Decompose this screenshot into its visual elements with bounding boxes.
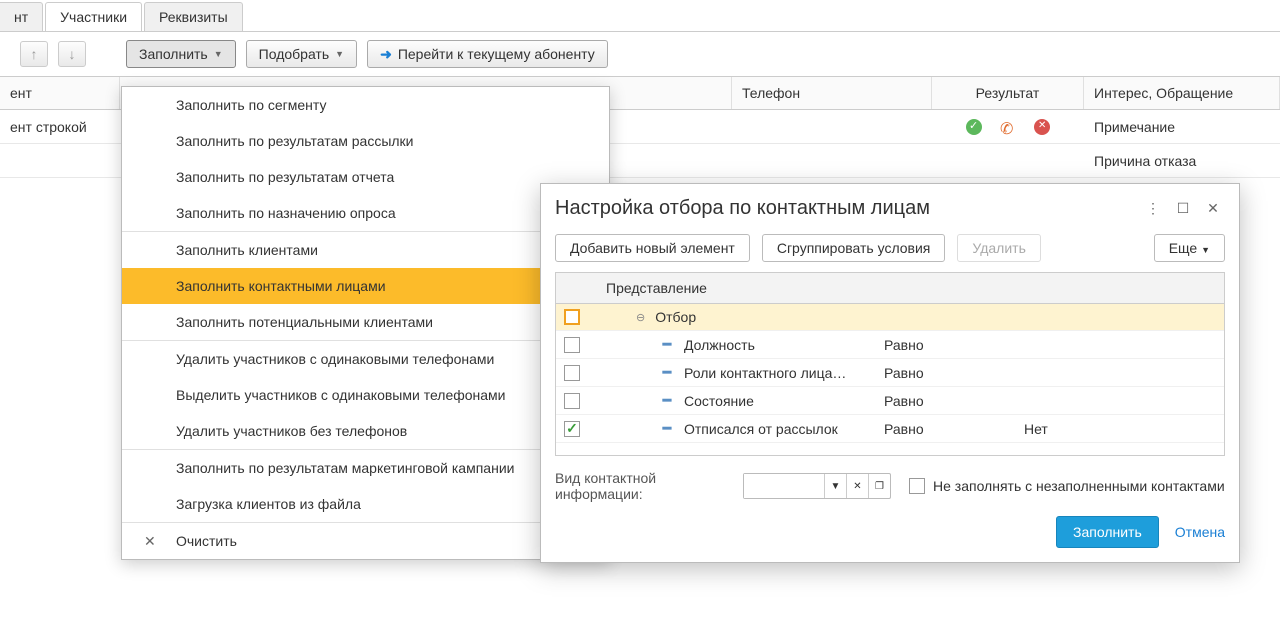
filter-row[interactable]: ━ Должность Равно [556,331,1224,359]
reason-cell: Причина отказа [1084,147,1280,175]
col-result: Результат [932,77,1084,109]
col-left: ент [0,77,120,109]
dash-icon: ━ [660,420,674,437]
select-button[interactable]: Подобрать ▼ [246,40,357,68]
tab-partial-label: нт [14,9,28,25]
close-icon[interactable]: ✕ [1201,196,1225,220]
contact-type-input[interactable] [744,474,824,498]
error-icon[interactable] [1034,119,1050,135]
chevron-down-icon: ▼ [214,49,223,59]
checkbox[interactable] [564,393,580,409]
checkbox[interactable] [564,365,580,381]
filter-table-header: Представление [556,273,1224,304]
checkbox[interactable] [564,309,580,325]
filter-root-row[interactable]: ⊖ Отбор [556,304,1224,331]
phone-icon[interactable]: ✆ [1000,119,1016,135]
menu-del-dup-phones[interactable]: Удалить участников с одинаковыми телефон… [122,341,609,377]
goto-current-label: Перейти к текущему абоненту [398,46,595,62]
filter-root-label: Отбор [655,309,696,325]
checkbox[interactable] [564,337,580,353]
filter-row[interactable]: ✓ ━ Отписался от рассылок Равно Нет [556,415,1224,443]
filter-row[interactable]: ━ Состояние Равно [556,387,1224,415]
more-button[interactable]: Еще ▼ [1154,234,1225,262]
menu-icon[interactable]: ⋮ [1141,196,1165,220]
contact-type-combo[interactable]: ▼ ✕ ❐ [743,473,891,499]
chevron-down-icon: ▼ [1201,245,1210,255]
add-element-button[interactable]: Добавить новый элемент [555,234,750,262]
menu-fill-mailing[interactable]: Заполнить по результатам рассылки [122,123,609,159]
check-icon[interactable] [966,119,982,135]
dialog-title: Настройка отбора по контактным лицам [555,197,1135,220]
menu-load-file[interactable]: Загрузка клиентов из файла [122,486,609,522]
cancel-link[interactable]: Отмена [1175,524,1225,540]
dash-icon: ━ [660,392,674,409]
tab-details-label: Реквизиты [159,9,228,25]
col-interest: Интерес, Обращение [1084,77,1280,109]
close-icon: ✕ [144,533,156,550]
tab-details[interactable]: Реквизиты [144,2,243,31]
menu-select-dup-phones[interactable]: Выделить участников с одинаковыми телефо… [122,377,609,413]
chevron-down-icon[interactable]: ▼ [824,474,846,498]
tab-participants[interactable]: Участники [45,2,142,31]
move-up-button[interactable]: ↑ [20,41,48,67]
skip-empty-checkbox[interactable] [909,478,925,494]
collapse-icon[interactable]: ⊖ [636,311,645,324]
delete-button[interactable]: Удалить [957,234,1040,262]
tab-participants-label: Участники [60,9,127,25]
checkbox-checked[interactable]: ✓ [564,421,580,437]
menu-fill-potential[interactable]: Заполнить потенциальными клиентами [122,304,609,340]
dash-icon: ━ [660,364,674,381]
menu-clear[interactable]: ✕Очистить [122,523,609,559]
open-icon[interactable]: ❐ [868,474,890,498]
group-conditions-button[interactable]: Сгруппировать условия [762,234,946,262]
fill-button[interactable]: Заполнить ▼ [126,40,236,68]
clear-icon[interactable]: ✕ [846,474,868,498]
menu-fill-survey[interactable]: Заполнить по назначению опроса [122,195,609,231]
chevron-down-icon: ▼ [335,49,344,59]
menu-fill-campaign[interactable]: Заполнить по результатам маркетинговой к… [122,450,609,486]
menu-del-no-phones[interactable]: Удалить участников без телефонов [122,413,609,449]
menu-fill-contacts[interactable]: Заполнить контактными лицами [122,268,609,304]
row-left: ент строкой [0,113,120,141]
fill-submit-button[interactable]: Заполнить [1056,516,1159,548]
fill-button-label: Заполнить [139,46,208,62]
col-phone: Телефон [732,77,932,109]
filter-row[interactable]: ━ Роли контактного лица… Равно [556,359,1224,387]
maximize-icon[interactable]: ☐ [1171,196,1195,220]
fill-dropdown-menu: Заполнить по сегменту Заполнить по резул… [121,86,610,560]
menu-fill-report[interactable]: Заполнить по результатам отчета [122,159,609,195]
dash-icon: ━ [660,336,674,353]
menu-fill-segment[interactable]: Заполнить по сегменту [122,87,609,123]
goto-icon: ➜ [380,46,392,63]
tab-partial[interactable]: нт [0,2,43,31]
select-button-label: Подобрать [259,46,330,62]
filter-dialog: Настройка отбора по контактным лицам ⋮ ☐… [540,183,1240,563]
goto-current-button[interactable]: ➜ Перейти к текущему абоненту [367,40,608,68]
skip-empty-label: Не заполнять с незаполненными контактами [933,478,1225,494]
move-down-button[interactable]: ↓ [58,41,86,67]
menu-fill-clients[interactable]: Заполнить клиентами [122,232,609,268]
note-cell: Примечание [1084,113,1280,141]
contact-type-label: Вид контактной информации: [555,470,735,502]
